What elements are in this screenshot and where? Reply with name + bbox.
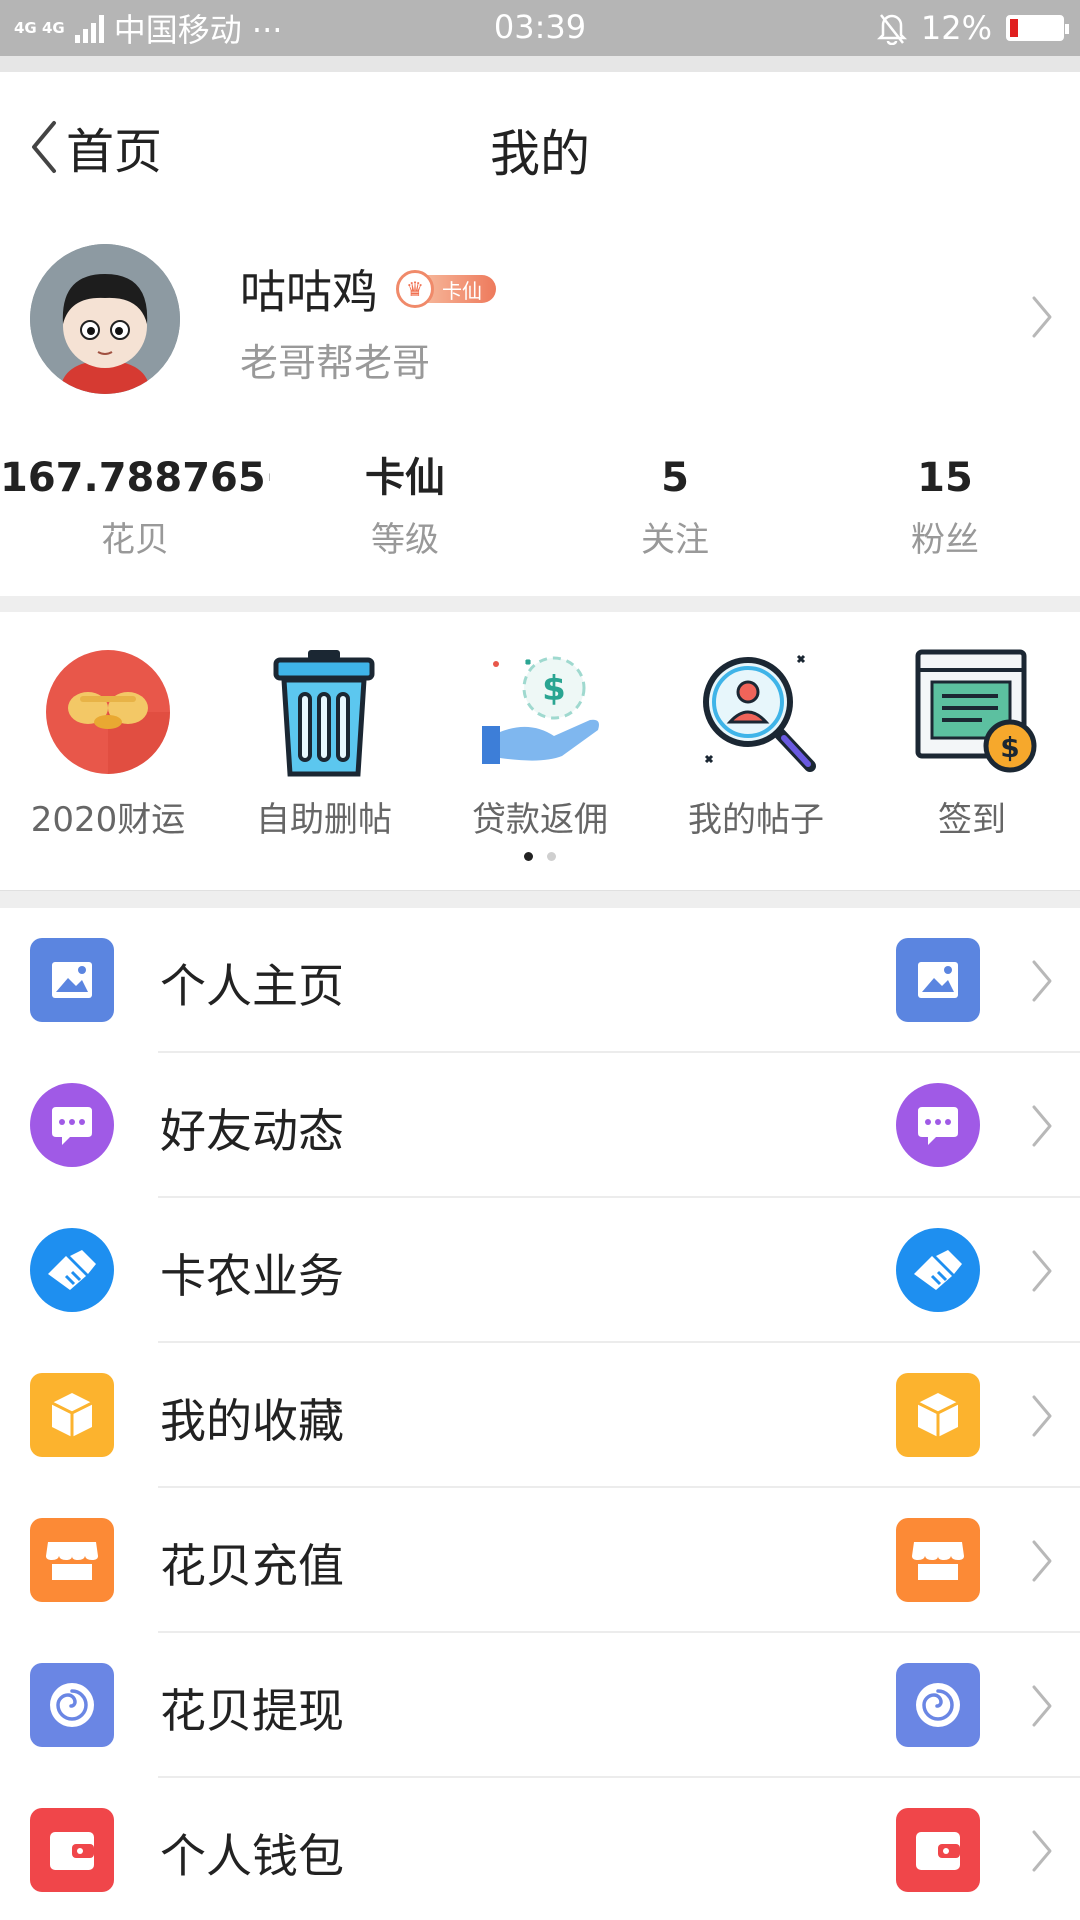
section-divider [0, 890, 1080, 908]
section-divider [0, 596, 1080, 612]
profile-name: 咕咕鸡 [240, 265, 378, 319]
stat-huabei[interactable]: 167.788765··· 花贝 [0, 450, 270, 561]
quick-fortune[interactable]: 2020财运 [0, 642, 216, 841]
trash-icon [254, 642, 394, 782]
box-icon [30, 1373, 114, 1457]
chevron-right-icon [1032, 1540, 1052, 1582]
chevron-right-icon[interactable] [1028, 292, 1056, 342]
quick-checkin[interactable]: $ 签到 [864, 642, 1080, 841]
stat-value: 卡仙 [365, 455, 445, 501]
stat-label: 花贝 [101, 520, 169, 560]
menu-label: 个人钱包 [160, 1829, 344, 1883]
wallet-icon [896, 1808, 980, 1892]
stat-level[interactable]: 卡仙 等级 [270, 450, 540, 561]
search-user-icon [686, 642, 826, 782]
menu-label: 我的收藏 [160, 1394, 344, 1448]
stat-following[interactable]: 5 关注 [540, 450, 810, 561]
quick-label: 签到 [938, 800, 1006, 840]
quick-label: 自助删帖 [256, 800, 392, 840]
stat-value: 5 [661, 455, 689, 501]
menu-label: 花贝提现 [160, 1684, 344, 1738]
stat-value: 167.788765··· [0, 455, 270, 501]
fortune-icon [38, 642, 178, 782]
chevron-right-icon [1032, 1250, 1052, 1292]
quick-label: 贷款返佣 [472, 800, 608, 840]
stat-fans[interactable]: 15 粉丝 [810, 450, 1080, 561]
status-right: 12% [876, 8, 1069, 48]
profile-name-row: 咕咕鸡 ♛ 卡仙 [240, 256, 496, 322]
handshake-icon [896, 1228, 980, 1312]
box-icon [896, 1373, 980, 1457]
chevron-right-icon [1032, 1685, 1052, 1727]
level-badge: ♛ 卡仙 [396, 270, 496, 308]
menu-item-homepage[interactable]: 个人主页 [0, 908, 1080, 1053]
store-icon [30, 1518, 114, 1602]
chevron-right-icon [1032, 1105, 1052, 1147]
stat-label: 等级 [371, 520, 439, 560]
svg-text:$: $ [1000, 731, 1019, 764]
nav-header: 首页 我的 [0, 72, 1080, 222]
swirl-icon [896, 1663, 980, 1747]
menu-item-wallet[interactable]: 个人钱包 [0, 1778, 1080, 1920]
message-icon [896, 1083, 980, 1167]
menu-label: 卡农业务 [160, 1249, 344, 1303]
menu-list: 个人主页 好友动态 卡农业务 我的收藏 花贝充值 花贝提现 个人钱包 [0, 908, 1080, 1920]
quick-actions: 2020财运 自助删帖 $ 贷款返佣 我的帖子 $ 签到 [0, 612, 1080, 890]
profile-subtitle: 老哥帮老哥 [240, 341, 431, 385]
store-icon [896, 1518, 980, 1602]
quick-delete-post[interactable]: 自助删帖 [216, 642, 432, 841]
menu-item-recharge[interactable]: 花贝充值 [0, 1488, 1080, 1633]
page-dot-active [524, 852, 533, 861]
menu-label: 好友动态 [160, 1104, 344, 1158]
handshake-icon [30, 1228, 114, 1312]
crown-icon: ♛ [396, 270, 434, 308]
menu-item-withdraw[interactable]: 花贝提现 [0, 1633, 1080, 1778]
stat-label: 关注 [641, 520, 709, 560]
chevron-right-icon [1032, 960, 1052, 1002]
quick-my-posts[interactable]: 我的帖子 [648, 642, 864, 841]
stat-label: 粉丝 [911, 520, 979, 560]
image-icon [30, 938, 114, 1022]
image-icon [896, 938, 980, 1022]
status-bar: 4G 4G 中国移动 ··· 03:39 12% [0, 0, 1080, 56]
loan-hand-icon: $ [470, 642, 610, 782]
chevron-right-icon [1032, 1830, 1052, 1872]
svg-text:$: $ [542, 669, 566, 709]
avatar[interactable] [30, 244, 180, 394]
avatar-cartoon-icon [30, 244, 180, 394]
quick-loan-commission[interactable]: $ 贷款返佣 [432, 642, 648, 841]
level-badge-label: 卡仙 [424, 275, 496, 303]
bell-muted-icon [876, 14, 907, 45]
page-title: 我的 [490, 125, 590, 183]
header-shadow [0, 56, 1080, 72]
message-icon [30, 1083, 114, 1167]
quick-label: 2020财运 [30, 800, 186, 840]
battery-icon [1006, 15, 1069, 41]
menu-item-favorites[interactable]: 我的收藏 [0, 1343, 1080, 1488]
stat-value: 15 [917, 455, 973, 501]
menu-label: 花贝充值 [160, 1539, 344, 1593]
menu-item-friend-feed[interactable]: 好友动态 [0, 1053, 1080, 1198]
swirl-icon [30, 1663, 114, 1747]
menu-label: 个人主页 [160, 959, 344, 1013]
page-dot [547, 852, 556, 861]
chevron-right-icon [1032, 1395, 1052, 1437]
menu-item-card-business[interactable]: 卡农业务 [0, 1198, 1080, 1343]
checkin-icon: $ [902, 642, 1042, 782]
wallet-icon [30, 1808, 114, 1892]
profile-card[interactable]: 咕咕鸡 ♛ 卡仙 老哥帮老哥 [0, 222, 1080, 422]
stats-row: 167.788765··· 花贝 卡仙 等级 5 关注 15 粉丝 [0, 450, 1080, 580]
battery-percent: 12% [920, 9, 992, 47]
quick-label: 我的帖子 [688, 800, 824, 840]
page-indicator [0, 852, 1080, 861]
